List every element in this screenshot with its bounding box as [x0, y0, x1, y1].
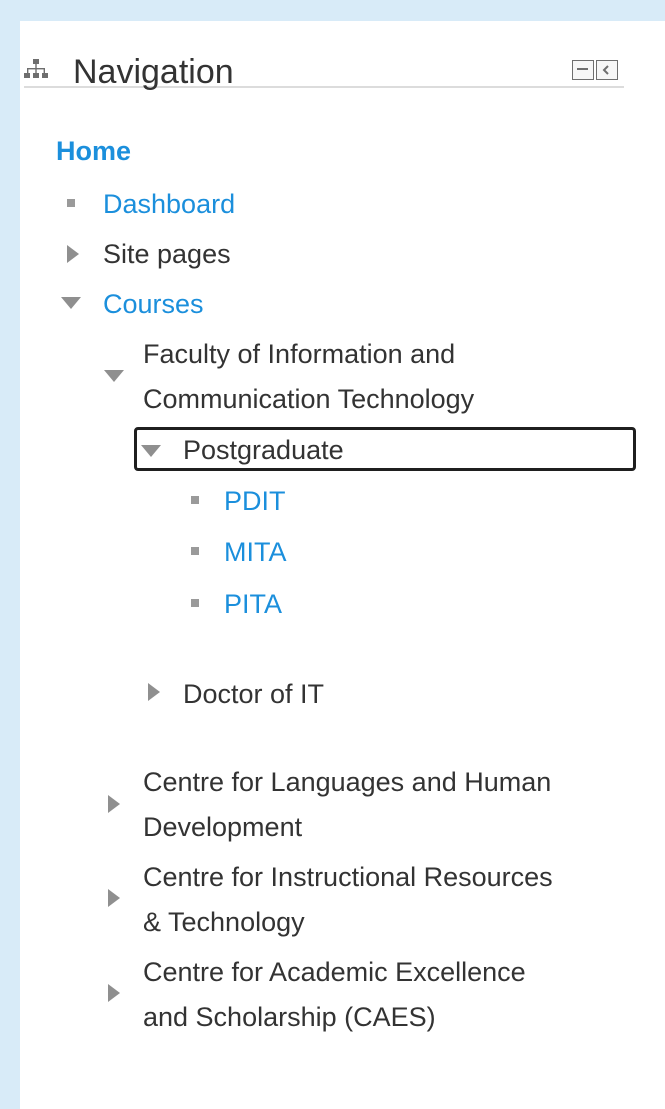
faculty-collapse-icon[interactable]	[104, 370, 124, 382]
mita-link[interactable]: MITA	[224, 532, 287, 572]
site-pages-expand-icon[interactable]	[67, 245, 79, 263]
centre-instructional-line1[interactable]: Centre for Instructional Resources	[143, 857, 553, 897]
navigation-tree: Home Dashboard Site pages Courses Facult…	[0, 0, 665, 1109]
courses-collapse-icon[interactable]	[61, 297, 81, 309]
doctor-of-it-item[interactable]: Doctor of IT	[183, 674, 324, 714]
pita-link[interactable]: PITA	[224, 584, 282, 624]
pita-bullet-icon	[191, 599, 199, 607]
doctor-of-it-expand-icon[interactable]	[148, 683, 160, 701]
mita-bullet-icon	[191, 547, 199, 555]
faculty-ict-line2[interactable]: Communication Technology	[143, 379, 474, 419]
postgraduate-item[interactable]: Postgraduate	[183, 430, 344, 470]
faculty-ict-line1[interactable]: Faculty of Information and	[143, 334, 455, 374]
courses-link[interactable]: Courses	[103, 284, 204, 324]
centre-languages-expand-icon[interactable]	[108, 795, 120, 813]
dashboard-link[interactable]: Dashboard	[103, 184, 235, 224]
home-link[interactable]: Home	[56, 131, 131, 171]
centre-languages-line1[interactable]: Centre for Languages and Human	[143, 762, 551, 802]
postgraduate-collapse-icon[interactable]	[141, 445, 161, 457]
pdit-link[interactable]: PDIT	[224, 481, 286, 521]
centre-academic-line2[interactable]: and Scholarship (CAES)	[143, 997, 436, 1037]
centre-academic-expand-icon[interactable]	[108, 984, 120, 1002]
centre-instructional-line2[interactable]: & Technology	[143, 902, 305, 942]
centre-instructional-expand-icon[interactable]	[108, 889, 120, 907]
dashboard-bullet-icon	[67, 199, 75, 207]
centre-languages-line2[interactable]: Development	[143, 807, 302, 847]
pdit-bullet-icon	[191, 496, 199, 504]
site-pages-item[interactable]: Site pages	[103, 234, 231, 274]
centre-academic-line1[interactable]: Centre for Academic Excellence	[143, 952, 526, 992]
